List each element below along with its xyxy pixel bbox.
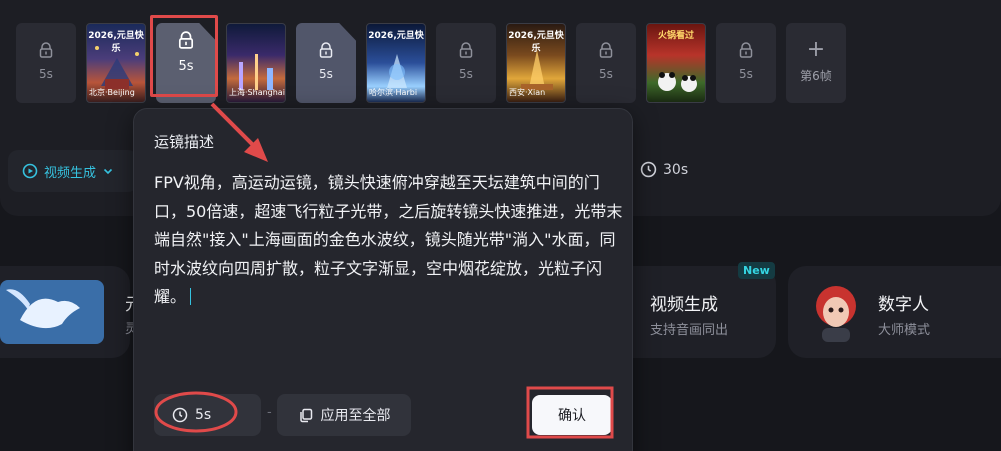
total-duration-value: 30s bbox=[663, 161, 689, 178]
image-location: 北京·Beijing bbox=[89, 88, 135, 97]
card-subtitle: 大师模式 bbox=[878, 323, 931, 338]
add-frame-button[interactable]: + 第6帧 bbox=[786, 23, 846, 103]
plus-icon: + bbox=[806, 37, 826, 62]
frame-slot-6[interactable]: 5s bbox=[716, 23, 776, 103]
frame-duration: 5s bbox=[599, 67, 613, 81]
keyframe-image-beijing[interactable]: 2026,元旦快乐 北京·Beijing bbox=[86, 23, 146, 103]
mode-label: 视频生成 bbox=[44, 165, 97, 181]
frame-slot-4[interactable]: 5s bbox=[436, 23, 496, 103]
frame-slot-3[interactable]: 5s bbox=[296, 23, 356, 103]
panda-illustration bbox=[658, 72, 697, 92]
keyframe-image-harbin[interactable]: 2026,元旦快 哈尔滨·Harbi bbox=[366, 23, 426, 103]
separator: - bbox=[267, 405, 272, 420]
frame-duration: 5s bbox=[319, 67, 333, 81]
copy-icon bbox=[299, 408, 312, 423]
feature-card-digital-human[interactable]: 数字人 大师模式 bbox=[788, 266, 1001, 358]
camera-motion-popover: 运镜描述 FPV视角，高运动运镜，镜头快速俯冲穿越至天坛建筑中间的门口，50倍速… bbox=[133, 108, 633, 451]
feature-card-left[interactable]: 元 灵 bbox=[0, 266, 142, 358]
pegasus-thumbnail bbox=[0, 280, 104, 344]
keyframe-image-xian[interactable]: 2026,元旦快乐 西安·Xian bbox=[506, 23, 566, 103]
clock-icon bbox=[172, 407, 188, 423]
text-cursor bbox=[190, 288, 192, 305]
card-title: 视频生成 bbox=[650, 295, 718, 315]
chevron-down-icon bbox=[103, 168, 113, 175]
new-badge: New bbox=[738, 262, 775, 279]
frame-duration: 5s bbox=[39, 67, 53, 81]
image-location: 上海·Shanghai bbox=[229, 88, 285, 97]
confirm-button[interactable]: 确认 bbox=[532, 395, 612, 435]
keyframe-image-chengdu[interactable]: 火锅看过 bbox=[646, 23, 706, 103]
frame-slot-5[interactable]: 5s bbox=[576, 23, 636, 103]
frame-slot-1[interactable]: 5s bbox=[16, 23, 76, 103]
card-title: 数字人 bbox=[878, 295, 929, 315]
clock-icon bbox=[640, 161, 657, 178]
popover-title: 运镜描述 bbox=[154, 133, 215, 151]
add-frame-label: 第6帧 bbox=[800, 69, 832, 83]
apply-to-all-label: 应用至全部 bbox=[320, 408, 391, 424]
lock-icon bbox=[319, 42, 333, 58]
camera-description-textarea[interactable]: FPV视角，高运动运镜，镜头快速俯冲穿越至天坛建筑中间的门口，50倍速，超速飞行… bbox=[154, 169, 624, 312]
card-subtitle: 支持音画同出 bbox=[650, 323, 729, 338]
mode-selector[interactable]: 视频生成 bbox=[8, 150, 138, 192]
apply-to-all-button[interactable]: 应用至全部 bbox=[277, 394, 411, 436]
lock-icon bbox=[739, 42, 753, 58]
frame-duration: 5s bbox=[459, 67, 473, 81]
description-text: FPV视角，高运动运镜，镜头快速俯冲穿越至天坛建筑中间的门口，50倍速，超速飞行… bbox=[154, 173, 623, 306]
duration-value: 5s bbox=[195, 407, 212, 423]
video-play-icon bbox=[22, 163, 38, 179]
duration-selector[interactable]: 5s bbox=[154, 394, 261, 436]
total-duration[interactable]: 30s bbox=[640, 161, 688, 178]
digital-human-avatar bbox=[816, 286, 856, 342]
lock-icon bbox=[39, 42, 53, 58]
image-location: 西安·Xian bbox=[509, 88, 546, 97]
annotation-highlight-selected-frame bbox=[150, 15, 218, 97]
frame-duration: 5s bbox=[739, 67, 753, 81]
image-location: 哈尔滨·Harbi bbox=[369, 88, 418, 97]
keyframe-image-shanghai[interactable]: 上海·Shanghai bbox=[226, 23, 286, 103]
lock-icon bbox=[459, 42, 473, 58]
lock-icon bbox=[599, 42, 613, 58]
confirm-label: 确认 bbox=[558, 408, 586, 424]
